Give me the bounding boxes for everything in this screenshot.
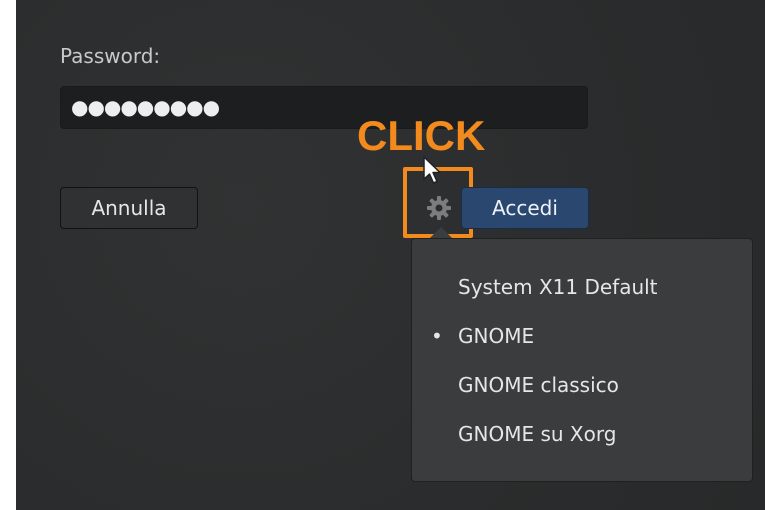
password-label: Password: [60,44,161,68]
cancel-button[interactable]: Annulla [60,187,198,229]
gear-icon[interactable] [424,193,454,223]
session-item-gnome-classico[interactable]: GNOME classico [412,365,752,405]
click-annotation: CLICK [357,112,486,159]
session-item-label: GNOME su Xorg [458,422,617,446]
session-menu: System X11 Default • GNOME GNOME classic… [411,238,753,482]
session-item-label: GNOME classico [458,373,619,397]
session-item-gnome[interactable]: • GNOME [412,316,752,356]
session-item-label: System X11 Default [458,275,658,299]
password-input[interactable]: ●●●●●●●●● [60,86,588,129]
session-item-label: GNOME [458,324,535,348]
session-item-gnome-su-xorg[interactable]: GNOME su Xorg [412,414,752,454]
login-screen: Password: ●●●●●●●●● Annulla CLICK Accedi… [16,0,765,510]
mouse-cursor-icon [423,156,441,184]
login-button[interactable]: Accedi [461,187,589,229]
selected-marker: • [431,324,443,348]
session-item-system-x11-default[interactable]: System X11 Default [412,267,752,307]
